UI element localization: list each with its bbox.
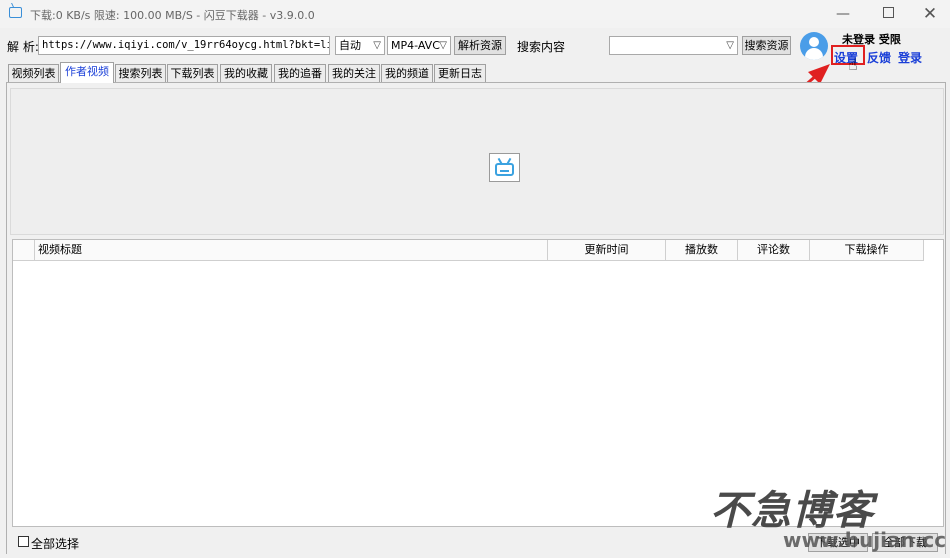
- column-header-play-count[interactable]: 播放数: [666, 240, 738, 261]
- author-banner: [10, 88, 944, 235]
- parse-label: 解 析:: [7, 40, 39, 54]
- tab-video-list[interactable]: 视频列表: [8, 64, 59, 82]
- table-header-checkbox-col: [13, 240, 35, 261]
- watermark-url: www.bujian.cc: [783, 528, 947, 552]
- column-header-comment-count[interactable]: 评论数: [738, 240, 810, 261]
- format-value: MP4-AVC: [391, 39, 440, 52]
- app-tv-icon: [9, 7, 22, 18]
- chevron-down-icon: ▽: [373, 40, 381, 51]
- search-label: 搜索内容: [517, 40, 566, 54]
- column-header-download-action[interactable]: 下载操作: [810, 240, 924, 261]
- tab-my-anime[interactable]: 我的追番: [274, 64, 326, 82]
- tab-download-list[interactable]: 下载列表: [167, 64, 218, 82]
- feedback-link[interactable]: 反馈: [867, 49, 891, 66]
- quality-value: 自动: [339, 39, 361, 52]
- select-all-label[interactable]: 全部选择: [31, 535, 79, 552]
- chevron-down-icon: ▽: [439, 40, 447, 51]
- maximize-button[interactable]: [879, 5, 897, 23]
- tv-icon: [489, 153, 520, 182]
- hand-cursor-icon: ☝: [848, 55, 858, 74]
- tab-search-list[interactable]: 搜索列表: [115, 64, 166, 82]
- tab-my-favorites[interactable]: 我的收藏: [220, 64, 272, 82]
- tab-author-videos[interactable]: 作者视频: [60, 62, 114, 83]
- close-button[interactable]: ✕: [921, 5, 939, 23]
- search-combo[interactable]: ▽: [609, 36, 738, 55]
- tab-changelog[interactable]: 更新日志: [434, 64, 486, 82]
- column-header-update-time[interactable]: 更新时间: [548, 240, 666, 261]
- url-input[interactable]: https://www.iqiyi.com/v_19rr64oycg.html?…: [38, 36, 330, 55]
- avatar-head: [809, 37, 819, 47]
- column-header-title[interactable]: 视频标题: [35, 240, 548, 261]
- avatar-icon[interactable]: [800, 32, 828, 60]
- chevron-down-icon: ▽: [726, 40, 734, 51]
- tab-my-follows[interactable]: 我的关注: [328, 64, 380, 82]
- login-link[interactable]: 登录: [898, 49, 922, 66]
- minimize-button[interactable]: —: [834, 5, 852, 23]
- tab-my-channels[interactable]: 我的频道: [381, 64, 433, 82]
- search-button[interactable]: 搜索资源: [742, 36, 791, 55]
- parse-button[interactable]: 解析资源: [454, 36, 506, 55]
- maximize-icon: [882, 7, 894, 18]
- window-title: 下载:0 KB/s 限速: 100.00 MB/S - 闪豆下载器 - v3.9…: [30, 9, 315, 22]
- tv-screen: [495, 163, 514, 176]
- select-all-checkbox[interactable]: [18, 536, 29, 547]
- quality-select[interactable]: 自动 ▽: [335, 36, 385, 55]
- format-select[interactable]: MP4-AVC ▽: [387, 36, 451, 55]
